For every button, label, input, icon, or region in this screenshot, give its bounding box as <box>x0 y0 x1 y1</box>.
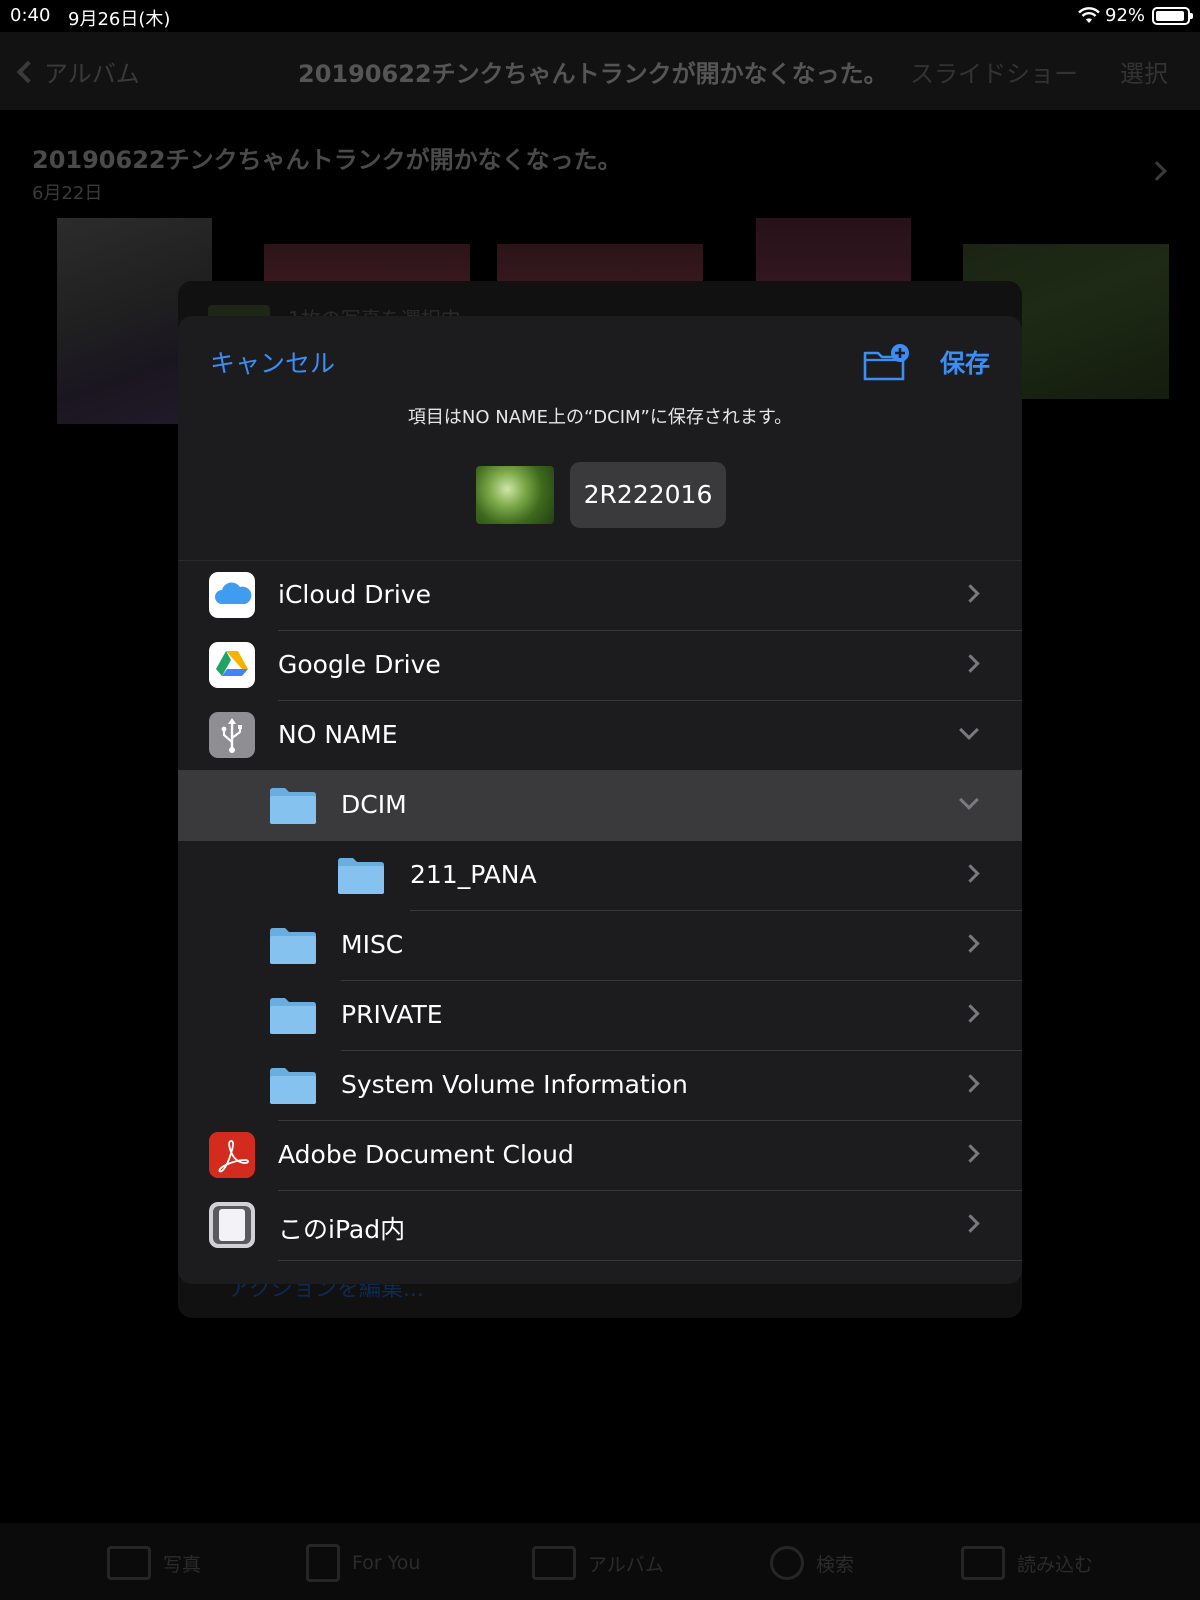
album-date: 6月22日 <box>32 183 103 204</box>
location-row-google-drive[interactable]: Google Drive <box>178 631 1022 701</box>
tab-label: アルバム <box>588 1553 664 1576</box>
chevron-right-icon <box>961 1004 980 1023</box>
folder-icon <box>270 1068 316 1104</box>
chevron-right-icon <box>961 1074 980 1093</box>
for-you-icon <box>306 1544 340 1582</box>
chevron-right-icon <box>1147 161 1167 181</box>
save-button[interactable]: 保存 <box>940 344 990 380</box>
chevron-right-icon <box>961 934 980 953</box>
icloud-icon <box>209 572 255 618</box>
tab-label: 検索 <box>816 1553 855 1576</box>
folder-label: MISC <box>341 930 404 959</box>
chevron-right-icon <box>961 584 980 603</box>
new-folder-icon[interactable] <box>862 343 910 383</box>
back-label: アルバム <box>44 60 140 88</box>
chevron-right-icon <box>961 1214 980 1233</box>
wifi-icon <box>1078 7 1100 23</box>
folder-row-system-volume-information[interactable]: System Volume Information <box>178 1051 1022 1121</box>
location-label: NO NAME <box>278 720 398 749</box>
album-header[interactable]: 20190622チンクちゃんトランクが開かなくなった。 6月22日 <box>32 140 622 205</box>
folder-icon <box>338 858 384 894</box>
back-button[interactable]: アルバム <box>16 54 140 89</box>
tab-photos[interactable]: 写真 <box>107 1543 201 1583</box>
folder-icon <box>270 928 316 964</box>
tab-import[interactable]: 読み込む <box>961 1543 1093 1583</box>
navigation-bar: アルバム 20190622チンクちゃんトランクが開かなくなった。 スライドショー… <box>0 32 1200 110</box>
save-to-files-sheet: キャンセル 保存 項目はNO NAME上の“DCIM”に保存されます。 2R22… <box>178 316 1022 1284</box>
album-title: 20190622チンクちゃんトランクが開かなくなった。 <box>32 146 622 174</box>
adobe-icon <box>209 1132 255 1178</box>
folder-row-211-pana[interactable]: 211_PANA <box>178 841 1022 911</box>
chevron-right-icon <box>961 1144 980 1163</box>
tab-for-you[interactable]: For You <box>306 1543 420 1583</box>
photo-thumbnail[interactable] <box>497 244 703 284</box>
tab-label: 読み込む <box>1017 1553 1094 1576</box>
separator <box>278 1260 1022 1261</box>
battery-percent: 92% <box>1105 5 1146 26</box>
status-date: 9月26日(木) <box>68 9 171 30</box>
usb-drive-icon <box>209 712 255 758</box>
folder-label: System Volume Information <box>341 1070 688 1099</box>
location-label: Adobe Document Cloud <box>278 1140 574 1169</box>
page-title: 20190622チンクちゃんトランクが開かなくなった。 <box>298 60 888 88</box>
status-bar: 0:40 9月26日(木) 92% <box>0 0 1200 32</box>
select-button[interactable]: 選択 <box>1120 54 1168 89</box>
save-location-info: 項目はNO NAME上の“DCIM”に保存されます。 <box>407 407 793 428</box>
tab-label: For You <box>352 1552 421 1574</box>
location-row-adobe-document-cloud[interactable]: Adobe Document Cloud <box>178 1121 1022 1191</box>
location-label: Google Drive <box>278 650 441 679</box>
sheet-header: キャンセル 保存 項目はNO NAME上の“DCIM”に保存されます。 2R22… <box>178 316 1022 561</box>
location-row-no-name[interactable]: NO NAME <box>178 701 1022 771</box>
folder-row-dcim[interactable]: DCIM <box>178 771 1022 841</box>
folder-icon <box>270 998 316 1034</box>
folder-icon <box>270 788 316 824</box>
slideshow-button[interactable]: スライドショー <box>910 54 1078 89</box>
folder-label: PRIVATE <box>341 1000 443 1029</box>
ipad-icon <box>209 1202 255 1248</box>
folder-label: 211_PANA <box>410 860 537 889</box>
status-time: 0:40 <box>10 5 51 26</box>
tab-bar: 写真 For You アルバム 検索 読み込む <box>0 1523 1200 1600</box>
chevron-right-icon <box>961 654 980 673</box>
location-row-on-my-ipad[interactable]: このiPad内 <box>178 1191 1022 1261</box>
chevron-left-icon <box>16 60 40 84</box>
google-drive-icon <box>209 642 255 688</box>
chevron-down-icon <box>959 720 979 740</box>
chevron-right-icon <box>961 864 980 883</box>
photos-icon <box>107 1546 151 1580</box>
tab-search[interactable]: 検索 <box>770 1543 854 1583</box>
location-label: このiPad内 <box>278 1215 406 1244</box>
search-icon <box>770 1546 804 1580</box>
battery-icon <box>1152 7 1193 25</box>
location-row-icloud-drive[interactable]: iCloud Drive <box>178 561 1022 631</box>
tab-albums[interactable]: アルバム <box>532 1543 664 1583</box>
filename-field[interactable]: 2R222016 <box>570 462 726 528</box>
tab-label: 写真 <box>163 1553 202 1576</box>
folder-row-misc[interactable]: MISC <box>178 911 1022 981</box>
location-label: iCloud Drive <box>278 580 431 609</box>
import-camera-icon <box>961 1546 1005 1580</box>
photo-thumbnail[interactable] <box>756 218 911 284</box>
albums-icon <box>532 1546 576 1580</box>
folder-label: DCIM <box>341 790 407 819</box>
chevron-down-icon <box>959 790 979 810</box>
file-preview-thumbnail <box>476 466 554 524</box>
photo-thumbnail[interactable] <box>264 244 470 284</box>
cancel-button[interactable]: キャンセル <box>210 344 335 380</box>
folder-row-private[interactable]: PRIVATE <box>178 981 1022 1051</box>
